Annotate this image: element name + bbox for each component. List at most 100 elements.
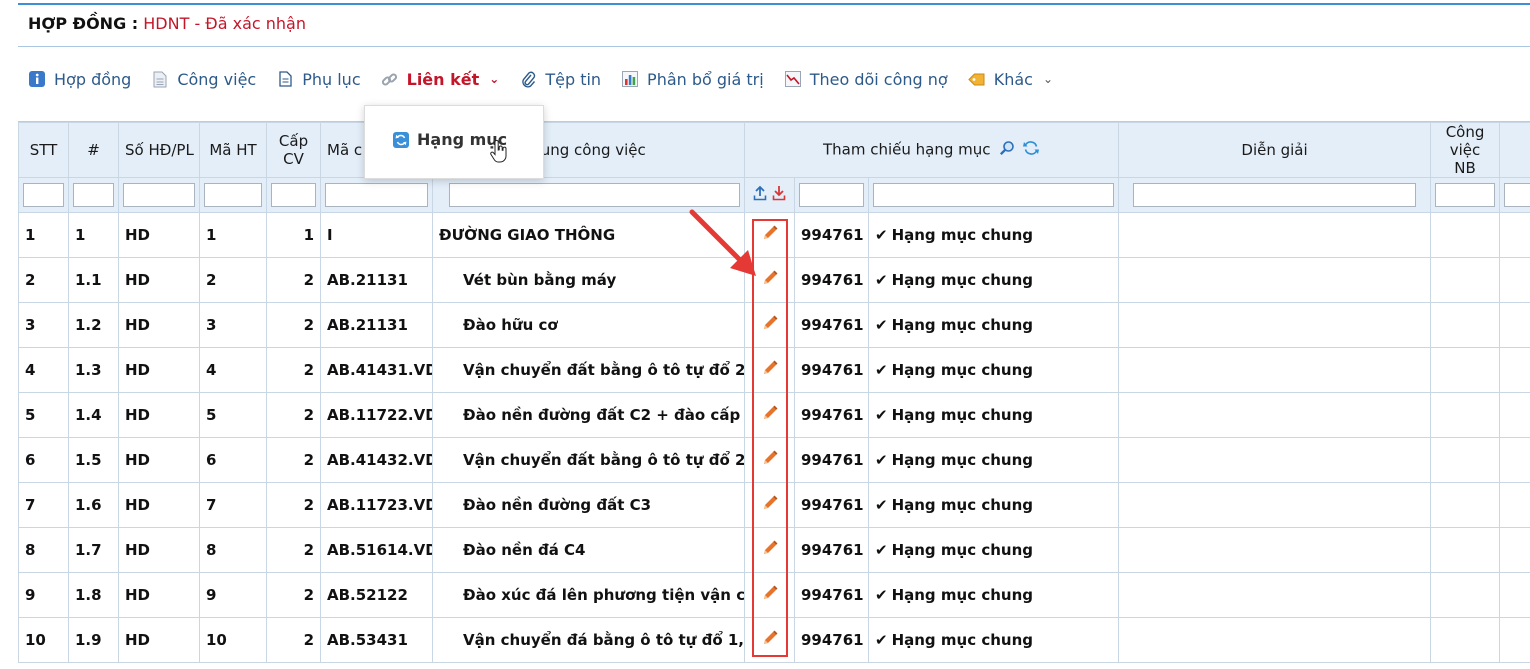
cell-number: 1.8 <box>69 573 119 618</box>
tab-label: Hợp đồng <box>54 70 131 89</box>
cell-so-hd: HD <box>119 348 200 393</box>
cell-dien-giai <box>1119 348 1431 393</box>
hang-muc-text: Hạng mục chung <box>892 451 1033 469</box>
cell-cap-cv: 2 <box>267 303 321 348</box>
cell-ref: 994761 <box>795 528 869 573</box>
filter-cap-cv[interactable] <box>271 183 316 207</box>
col-cong-viec-nb[interactable]: Công việc NB <box>1431 123 1500 178</box>
hang-muc-text: Hạng mục chung <box>892 361 1033 379</box>
col-so-hd[interactable]: Số HĐ/PL <box>119 123 200 178</box>
tab-label: Liên kết <box>407 70 480 89</box>
contract-header: HỢP ĐỒNG : HDNT - Đã xác nhận <box>28 14 306 33</box>
filter-ma-ht[interactable] <box>204 183 262 207</box>
hand-cursor-icon <box>490 140 508 168</box>
cell-extra <box>1500 573 1530 618</box>
cell-hang-muc: ✔Hạng mục chung <box>869 303 1119 348</box>
cell-cong-viec-nb <box>1431 528 1500 573</box>
cell-ma-cv: AB.51614.VD <box>321 528 433 573</box>
cell-noi-dung: Đào nền đá C4 <box>433 528 745 573</box>
filter-row <box>19 178 1530 213</box>
cell-extra <box>1500 528 1530 573</box>
col-extra <box>1500 123 1530 178</box>
checkmark-icon: ✔ <box>875 361 888 379</box>
filter-number[interactable] <box>73 183 114 207</box>
filter-dien-giai[interactable] <box>1133 183 1416 207</box>
cell-number: 1 <box>69 213 119 258</box>
cell-ma-cv: AB.21131 <box>321 258 433 303</box>
cell-dien-giai <box>1119 618 1431 663</box>
checkmark-icon: ✔ <box>875 496 888 514</box>
cell-noi-dung: Đào hữu cơ <box>433 303 745 348</box>
top-accent-line <box>18 3 1530 5</box>
col-stt[interactable]: STT <box>19 123 69 178</box>
col-cap-cv[interactable]: Cấp CV <box>267 123 321 178</box>
col-number[interactable]: # <box>69 123 119 178</box>
info-icon <box>28 70 46 88</box>
tab-phan-bo-gia-tri[interactable]: Phân bổ giá trị <box>621 70 764 89</box>
cell-ma-ht: 7 <box>200 483 267 528</box>
hang-muc-text: Hạng mục chung <box>892 271 1033 289</box>
cell-extra <box>1500 438 1530 483</box>
col-tham-chieu[interactable]: Tham chiếu hạng mục <box>745 123 1119 178</box>
cell-extra <box>1500 618 1530 663</box>
filter-extra[interactable] <box>1504 183 1530 207</box>
cell-cong-viec-nb <box>1431 213 1500 258</box>
search-icon[interactable] <box>999 140 1015 160</box>
filter-stt[interactable] <box>23 183 64 207</box>
filter-ref[interactable] <box>799 183 864 207</box>
cell-number: 1.2 <box>69 303 119 348</box>
checkmark-icon: ✔ <box>875 316 888 334</box>
tab-phu-luc[interactable]: Phụ lục <box>276 70 360 89</box>
cell-hang-muc: ✔Hạng mục chung <box>869 618 1119 663</box>
tab-hop-dong[interactable]: Hợp đồng <box>28 70 131 89</box>
tab-khac[interactable]: Khác ⌄ <box>968 70 1053 89</box>
cell-cong-viec-nb <box>1431 348 1500 393</box>
cell-ma-cv: AB.41431.VD <box>321 348 433 393</box>
cell-ma-ht: 5 <box>200 393 267 438</box>
cell-hang-muc: ✔Hạng mục chung <box>869 258 1119 303</box>
cell-so-hd: HD <box>119 393 200 438</box>
download-icon[interactable] <box>772 185 786 205</box>
col-dien-giai[interactable]: Diễn giải <box>1119 123 1431 178</box>
cell-ref: 994761 <box>795 483 869 528</box>
cell-cap-cv: 2 <box>267 618 321 663</box>
tab-label: Phân bổ giá trị <box>647 70 764 89</box>
hang-muc-text: Hạng mục chung <box>892 541 1033 559</box>
cell-hang-muc: ✔Hạng mục chung <box>869 528 1119 573</box>
checkmark-icon: ✔ <box>875 226 888 244</box>
pointer-arrow-icon <box>686 206 766 290</box>
cell-ma-cv: AB.11723.VD <box>321 483 433 528</box>
cell-stt: 1 <box>19 213 69 258</box>
line-chart-icon <box>784 70 802 88</box>
cell-ma-cv: AB.52122 <box>321 573 433 618</box>
tab-tep-tin[interactable]: Tệp tin <box>519 70 601 89</box>
checkmark-icon: ✔ <box>875 631 888 649</box>
col-ma-ht[interactable]: Mã HT <box>200 123 267 178</box>
filter-noi-dung[interactable] <box>449 183 740 207</box>
tab-cong-viec[interactable]: Công việc <box>151 70 256 89</box>
upload-icon[interactable] <box>753 185 767 205</box>
cell-so-hd: HD <box>119 483 200 528</box>
hang-muc-text: Hạng mục chung <box>892 406 1033 424</box>
chevron-down-icon[interactable]: ⌄ <box>1043 72 1053 86</box>
cell-ma-cv: AB.41432.VD <box>321 438 433 483</box>
cell-noi-dung: Vận chuyển đất bằng ô tô tự đổ 2,5 <box>433 438 745 483</box>
cell-cong-viec-nb <box>1431 573 1500 618</box>
checkmark-icon: ✔ <box>875 451 888 469</box>
cell-cap-cv: 2 <box>267 348 321 393</box>
checkmark-icon: ✔ <box>875 586 888 604</box>
cell-ma-cv: I <box>321 213 433 258</box>
filter-so-hd[interactable] <box>123 183 195 207</box>
chevron-down-icon[interactable]: ⌄ <box>489 72 499 86</box>
header-divider <box>18 46 1530 47</box>
cell-dien-giai <box>1119 303 1431 348</box>
tab-lien-ket[interactable]: Liên kết ⌄ <box>381 70 500 89</box>
filter-hang-muc[interactable] <box>873 183 1114 207</box>
filter-ma-cv[interactable] <box>325 183 428 207</box>
tab-label: Khác <box>994 70 1033 89</box>
filter-cong-viec-nb[interactable] <box>1435 183 1495 207</box>
cell-dien-giai <box>1119 528 1431 573</box>
cell-number: 1.9 <box>69 618 119 663</box>
refresh-icon[interactable] <box>1022 140 1040 160</box>
tab-theo-doi-cong-no[interactable]: Theo dõi công nợ <box>784 70 948 89</box>
